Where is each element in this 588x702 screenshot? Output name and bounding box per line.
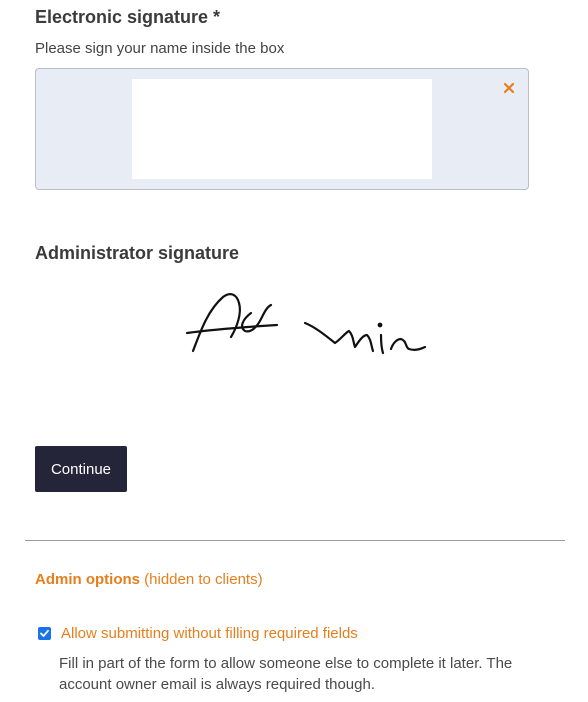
administrator-signature-title: Administrator signature: [35, 243, 240, 263]
electronic-signature-title: Electronic signature *: [35, 7, 221, 27]
signature-pad-canvas[interactable]: [132, 79, 432, 179]
administrator-signature-image: [185, 283, 435, 368]
admin-options-heading: Admin options (hidden to clients): [35, 571, 263, 588]
checkmark-icon: [40, 629, 49, 637]
allow-incomplete-checkbox[interactable]: [38, 627, 51, 640]
continue-button[interactable]: Continue: [35, 446, 127, 492]
allow-incomplete-help-text: Fill in part of the form to allow someon…: [59, 655, 513, 693]
signature-instructions: Please sign your name inside the box: [35, 40, 285, 57]
admin-options-note: (hidden to clients): [144, 571, 263, 588]
signature-pad-container: [35, 68, 529, 190]
section-divider: [25, 540, 565, 541]
close-icon[interactable]: [502, 81, 516, 95]
allow-incomplete-label[interactable]: Allow submitting without filling require…: [61, 625, 358, 642]
allow-incomplete-option[interactable]: Allow submitting without filling require…: [38, 625, 358, 642]
admin-options-title: Admin options: [35, 571, 140, 588]
